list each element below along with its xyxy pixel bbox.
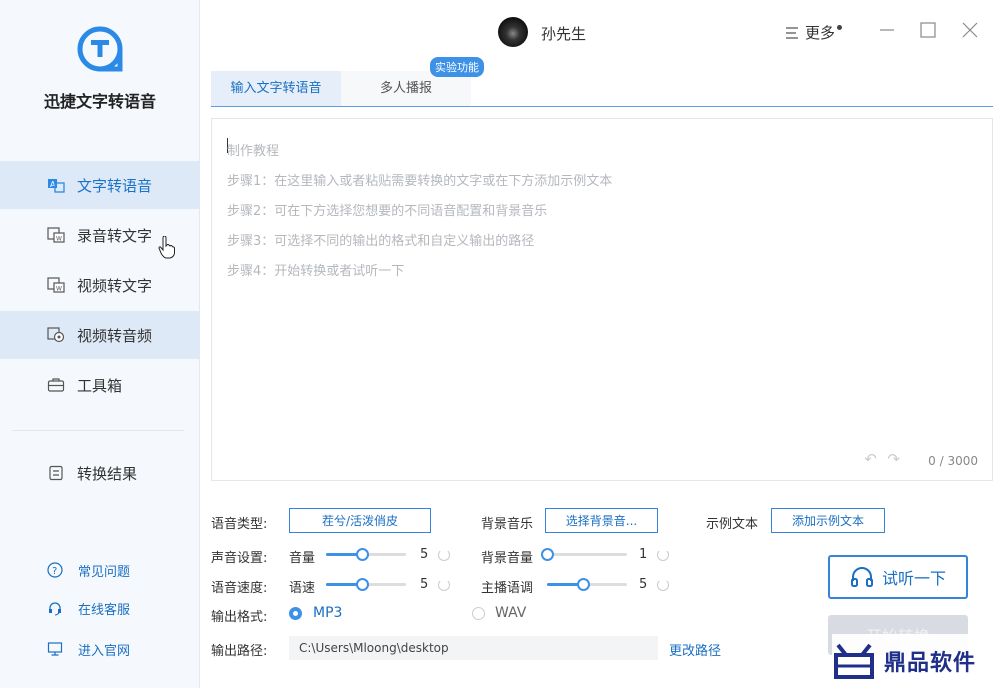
placeholder-step-1: 步骤1：在这里输入或者粘贴需要转换的文字或在下方添加示例文本 <box>227 174 613 189</box>
sidebar-item-label: 视频转文字 <box>77 276 153 295</box>
pitch-label: 主播语调 <box>481 581 534 596</box>
hand-cursor-icon <box>158 236 175 259</box>
username[interactable]: 孙先生 <box>541 23 586 44</box>
format-mp3-label[interactable]: MP3 <box>313 605 342 621</box>
sidebar: 迅捷文字转语音 A 文字转语音 W 录音转文字 W 视频转文字 视频转音频 工具… <box>0 0 200 688</box>
placeholder-step-4: 步骤4：开始转换或者试听一下 <box>227 264 405 279</box>
video-to-text-icon: W <box>47 276 65 294</box>
monitor-icon <box>46 640 64 658</box>
select-bgm-button[interactable]: 选择背景音... <box>545 508 658 533</box>
watermark-logo-icon <box>834 643 874 679</box>
sidebar-item-results[interactable]: 转换结果 <box>0 449 200 497</box>
sound-settings-label: 声音设置: <box>211 551 268 566</box>
undo-icon[interactable]: ↶ <box>864 450 877 468</box>
toolbox-icon <box>47 376 65 394</box>
bgm-volume-slider[interactable] <box>541 548 627 561</box>
format-mp3-radio[interactable] <box>289 607 302 620</box>
bgm-volume-label: 背景音量 <box>481 551 534 566</box>
notification-dot <box>837 25 843 30</box>
sidebar-divider <box>12 430 184 431</box>
reset-volume-icon[interactable] <box>438 549 450 561</box>
online-support-link[interactable]: 在线客服 <box>0 594 200 622</box>
close-icon[interactable] <box>960 20 980 40</box>
results-icon <box>47 464 65 482</box>
volume-label: 音量 <box>289 551 316 566</box>
help-icon: ? <box>46 561 64 579</box>
video-to-audio-icon <box>47 326 65 344</box>
watermark: 鼎品软件 <box>832 634 1008 688</box>
sidebar-item-text-to-speech[interactable]: A 文字转语音 <box>0 161 200 209</box>
speech-speed-label: 语音速度: <box>211 581 268 596</box>
listen-button[interactable]: 试听一下 <box>828 555 968 599</box>
official-site-link[interactable]: 进入官网 <box>0 635 200 663</box>
add-sample-text-button[interactable]: 添加示例文本 <box>771 508 885 533</box>
bgm-label: 背景音乐 <box>481 517 534 532</box>
minimize-icon[interactable] <box>877 20 897 40</box>
placeholder-step-2: 步骤2：可在下方选择您想要的不同语音配置和背景音乐 <box>227 204 548 219</box>
mode-tabs: 输入文字转语音 多人播报 <box>211 71 993 107</box>
more-menu-button[interactable]: 更多 <box>784 22 843 43</box>
sidebar-item-video-to-audio[interactable]: 视频转音频 <box>0 311 200 359</box>
pitch-slider[interactable] <box>547 578 627 591</box>
speed-value: 5 <box>420 577 429 592</box>
reset-bgm-volume-icon[interactable] <box>657 549 669 561</box>
headset-icon <box>46 599 64 617</box>
sidebar-item-label: 文字转语音 <box>77 176 153 195</box>
bgm-volume-value: 1 <box>639 547 648 562</box>
slider-handle[interactable] <box>541 548 554 561</box>
online-support-label: 在线客服 <box>78 602 131 618</box>
output-format-label: 输出格式: <box>211 610 268 625</box>
sidebar-item-video-to-text[interactable]: W 视频转文字 <box>0 261 200 309</box>
sidebar-item-toolbox[interactable]: 工具箱 <box>0 361 200 409</box>
reset-pitch-icon[interactable] <box>657 579 669 591</box>
char-counter: 0 / 3000 <box>928 454 978 468</box>
more-label: 更多 <box>805 24 836 42</box>
volume-slider[interactable] <box>326 548 406 561</box>
text-editor[interactable]: 制作教程 步骤1：在这里输入或者粘贴需要转换的文字或在下方添加示例文本 步骤2：… <box>211 118 993 481</box>
listen-label: 试听一下 <box>881 569 946 588</box>
app-title: 迅捷文字转语音 <box>43 92 156 111</box>
svg-text:W: W <box>56 236 62 243</box>
output-path-field[interactable]: C:\Users\Mloong\desktop <box>289 636 658 660</box>
speed-slider[interactable] <box>326 578 406 591</box>
sidebar-item-label: 转换结果 <box>77 464 138 483</box>
sidebar-item-label: 视频转音频 <box>77 326 153 345</box>
volume-value: 5 <box>420 547 429 562</box>
slider-handle[interactable] <box>577 578 590 591</box>
slider-handle[interactable] <box>356 548 369 561</box>
experimental-badge: 实验功能 <box>430 57 484 77</box>
svg-text:W: W <box>56 286 62 293</box>
sidebar-item-label: 录音转文字 <box>77 226 153 245</box>
placeholder-step-3: 步骤3：可选择不同的输出的格式和自定义输出的路径 <box>227 234 535 249</box>
speed-sub-label: 语速 <box>289 581 316 596</box>
app-window: 迅捷文字转语音 A 文字转语音 W 录音转文字 W 视频转文字 视频转音频 工具… <box>0 0 1008 688</box>
change-path-link[interactable]: 更改路径 <box>669 640 721 659</box>
placeholder-title: 制作教程 <box>227 144 280 159</box>
app-logo <box>77 26 123 72</box>
voice-type-button[interactable]: 茬兮/活泼俏皮 <box>289 508 431 533</box>
avatar[interactable] <box>498 17 528 47</box>
official-site-label: 进入官网 <box>78 643 131 659</box>
format-wav-radio[interactable] <box>472 607 485 620</box>
editor-placeholder: 制作教程 步骤1：在这里输入或者粘贴需要转换的文字或在下方添加示例文本 步骤2：… <box>227 137 612 287</box>
slider-handle[interactable] <box>356 578 369 591</box>
tab-text-to-speech[interactable]: 输入文字转语音 <box>211 71 341 106</box>
help-link[interactable]: ? 常见问题 <box>0 556 200 584</box>
sidebar-item-label: 工具箱 <box>77 376 123 395</box>
help-label: 常见问题 <box>78 564 131 580</box>
pitch-value: 5 <box>639 577 648 592</box>
voice-type-label: 语音类型: <box>211 517 268 532</box>
headphones-icon <box>850 567 873 587</box>
text-to-speech-icon: A <box>47 176 65 194</box>
svg-text:?: ? <box>52 566 57 577</box>
redo-icon[interactable]: ↷ <box>887 450 900 468</box>
watermark-text: 鼎品软件 <box>884 651 977 676</box>
menu-icon <box>786 26 798 39</box>
format-wav-label[interactable]: WAV <box>495 605 526 621</box>
sample-text-label: 示例文本 <box>706 517 759 532</box>
maximize-icon[interactable] <box>918 20 938 40</box>
audio-to-text-icon: W <box>47 226 65 244</box>
output-path-label: 输出路径: <box>211 644 268 659</box>
reset-speed-icon[interactable] <box>438 579 450 591</box>
